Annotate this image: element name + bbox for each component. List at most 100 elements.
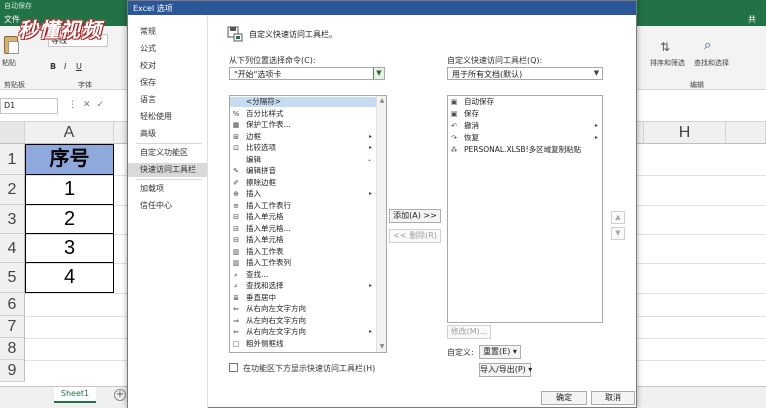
- command-list-item[interactable]: ✎ 编辑拼音: [230, 166, 376, 176]
- qat-list-item[interactable]: ▣ 保存: [448, 109, 602, 119]
- command-icon: ⊟: [233, 224, 239, 233]
- bold-button[interactable]: B: [50, 62, 56, 71]
- command-list-item[interactable]: <分隔符>: [230, 97, 376, 107]
- command-list-item[interactable]: ⇐ 从右向左文字方向: [230, 304, 376, 314]
- find-select-label[interactable]: 查找和选择: [694, 58, 729, 68]
- paste-label[interactable]: 粘贴: [2, 58, 16, 68]
- nav-item-formulas[interactable]: 公式: [128, 42, 207, 56]
- qat-item-label: 撤消: [464, 121, 479, 130]
- customize-qat-combo[interactable]: 用于所有文档(默认) ▼: [447, 67, 603, 80]
- chevron-down-icon[interactable]: ▼: [591, 68, 602, 79]
- command-list-item[interactable]: ▥ 插入工作表: [230, 247, 376, 257]
- qat-list-item[interactable]: ⁂ PERSONAL.XLSB!多区域复制粘贴: [448, 145, 602, 155]
- row-header-9[interactable]: 9: [0, 360, 25, 382]
- underline-button[interactable]: U: [76, 62, 82, 71]
- italic-button[interactable]: I: [64, 62, 66, 71]
- command-list-item[interactable]: ✐ 擦除边框: [230, 178, 376, 188]
- reset-button[interactable]: 重置(E) ▾: [479, 345, 521, 359]
- command-list-item[interactable]: ⌕ 查找和选择 ▸: [230, 281, 376, 291]
- command-list-item[interactable]: % 百分比样式: [230, 109, 376, 119]
- command-list-item[interactable]: ⊟ 插入单元格: [230, 212, 376, 222]
- qat-list-item[interactable]: ↷ 恢复 ▸: [448, 133, 602, 143]
- excel-options-dialog: Excel 选项 常规 公式 校对 保存 语言 轻松使用 高级 自定义功能区 快…: [127, 0, 637, 408]
- row-header-1[interactable]: 1: [0, 144, 25, 175]
- command-list-item[interactable]: ⊞ 边框 ▸: [230, 132, 376, 142]
- show-below-ribbon-label[interactable]: 在功能区下方显示快速访问工具栏(H): [243, 363, 375, 374]
- table-cell[interactable]: 2: [25, 205, 114, 234]
- nav-item-customize-ribbon[interactable]: 自定义功能区: [128, 146, 207, 160]
- move-up-button[interactable]: ▲: [611, 211, 625, 224]
- column-header-a[interactable]: A: [25, 122, 114, 144]
- sheet-tab[interactable]: Sheet1: [54, 387, 96, 403]
- nav-item-proofing[interactable]: 校对: [128, 59, 207, 73]
- column-header-i[interactable]: [726, 122, 766, 144]
- command-list-item[interactable]: ▥ 插入工作表列: [230, 258, 376, 268]
- command-label: 插入工作表: [246, 246, 284, 256]
- find-icon[interactable]: ⌕: [704, 38, 711, 53]
- customize-qat-label: 自定义快速访问工具栏(Q):: [447, 56, 543, 65]
- nav-item-language[interactable]: 语言: [128, 93, 207, 107]
- row-header-2[interactable]: 2: [0, 175, 25, 205]
- nav-item-addins[interactable]: 加载项: [128, 182, 207, 196]
- commands-scrollbar[interactable]: ▲ ▼: [376, 96, 386, 352]
- nav-item-trust-center[interactable]: 信任中心: [128, 199, 207, 213]
- autosave-label[interactable]: 自动保存: [4, 1, 32, 11]
- command-list-item[interactable]: ⇐ 从右向左文字方向 ▸: [230, 327, 376, 337]
- choose-from-combo[interactable]: "开始"选项卡 ▼: [229, 67, 385, 80]
- nav-item-save[interactable]: 保存: [128, 76, 207, 90]
- commands-list[interactable]: <分隔符> % 百分比样式 ▦ 保护工作表... ⊞ 边框 ▸ ⊡ 比较选项 ▸ 编辑 ⌄ ✎ 编辑拼音 ✐ 擦…: [229, 95, 387, 353]
- clipboard-group-label: 剪贴板: [4, 81, 25, 89]
- command-list-item[interactable]: ⊕ 插入 ▸: [230, 189, 376, 199]
- command-icon: ▥: [232, 247, 240, 256]
- qat-items-list[interactable]: ▣ 自动保存 ▣ 保存 ↶ 撤消 ▸ ↷ 恢复 ▸ ⁂ PERSONAL.XLSB!多区域复制粘贴: [447, 95, 603, 323]
- command-list-item[interactable]: ⊡ 比较选项 ▸: [230, 143, 376, 153]
- table-cell[interactable]: 3: [25, 234, 114, 263]
- command-list-item[interactable]: ⊟ 插入单元格...: [230, 224, 376, 234]
- scroll-down-icon[interactable]: ▼: [377, 342, 386, 352]
- add-sheet-icon[interactable]: +: [114, 389, 126, 401]
- row-header-7[interactable]: 7: [0, 316, 25, 338]
- command-list-item[interactable]: ≣ 垂直居中: [230, 293, 376, 303]
- select-all-corner[interactable]: [0, 122, 25, 144]
- command-list-item[interactable]: ⌕ 查找...: [230, 270, 376, 280]
- paste-icon[interactable]: [4, 36, 19, 54]
- name-box[interactable]: D1: [0, 98, 58, 114]
- table-cell[interactable]: 4: [25, 263, 114, 293]
- choose-from-label: 从下列位置选择命令(C):: [229, 56, 316, 65]
- nav-item-advanced[interactable]: 高级: [128, 127, 207, 141]
- cancel-button[interactable]: 取消: [591, 391, 635, 405]
- row-header-8[interactable]: 8: [0, 338, 25, 360]
- sort-filter-label[interactable]: 排序和筛选: [650, 58, 685, 68]
- row-header-6[interactable]: 6: [0, 293, 25, 316]
- sort-filter-icon[interactable]: ⇅: [660, 40, 670, 54]
- tab-share[interactable]: 共: [748, 14, 756, 25]
- command-label: 编辑: [246, 154, 261, 164]
- move-down-button[interactable]: ▼: [611, 227, 625, 240]
- modify-button[interactable]: 修改(M)...: [447, 325, 491, 339]
- nav-item-quick-access-toolbar[interactable]: 快速访问工具栏: [128, 163, 207, 177]
- row-header-5[interactable]: 5: [0, 263, 25, 293]
- scroll-up-icon[interactable]: ▲: [377, 96, 386, 106]
- row-header-4[interactable]: 4: [0, 234, 25, 263]
- show-below-ribbon-checkbox[interactable]: [229, 363, 238, 372]
- chevron-down-icon[interactable]: ▼: [373, 68, 384, 79]
- command-list-item[interactable]: ⇒ 从左向右文字方向: [230, 316, 376, 326]
- nav-item-general[interactable]: 常规: [128, 25, 207, 39]
- nav-item-ease-of-access[interactable]: 轻松使用: [128, 110, 207, 124]
- table-cell[interactable]: 1: [25, 175, 114, 205]
- column-header-h[interactable]: H: [644, 122, 726, 144]
- command-list-item[interactable]: 编辑 ⌄: [230, 155, 376, 165]
- ok-button[interactable]: 确定: [541, 391, 587, 405]
- qat-list-item[interactable]: ▣ 自动保存: [448, 97, 602, 107]
- command-list-item[interactable]: □ 粗外侧框线: [230, 339, 376, 349]
- remove-button[interactable]: << 删除(R): [389, 229, 441, 243]
- row-header-3[interactable]: 3: [0, 205, 25, 234]
- command-list-item[interactable]: ▦ 保护工作表...: [230, 120, 376, 130]
- add-button[interactable]: 添加(A) >>: [389, 209, 441, 223]
- command-list-item[interactable]: ≡ 插入工作表行: [230, 201, 376, 211]
- qat-list-item[interactable]: ↶ 撤消 ▸: [448, 121, 602, 131]
- import-export-button[interactable]: 导入/导出(P) ▾: [479, 363, 532, 377]
- table-header-cell[interactable]: 序号: [25, 144, 114, 175]
- command-list-item[interactable]: ⊟ 插入单元格: [230, 235, 376, 245]
- command-label: 从右向左文字方向: [246, 304, 306, 313]
